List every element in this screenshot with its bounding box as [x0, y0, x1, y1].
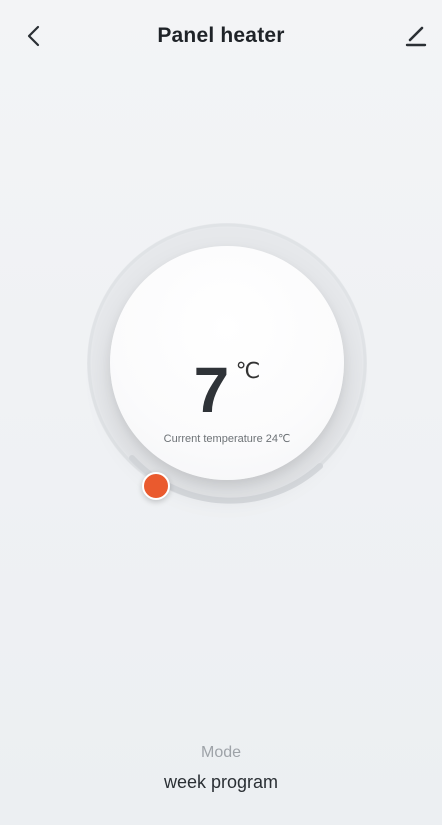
temperature-unit: ℃	[235, 358, 261, 383]
header: Panel heater	[0, 0, 442, 68]
set-temperature-value: 7	[193, 354, 230, 426]
pencil-icon	[405, 26, 427, 47]
mode-section[interactable]: Mode week program	[0, 744, 442, 793]
current-temperature-label: Current temperature 24℃	[163, 433, 291, 445]
mode-value: week program	[163, 772, 279, 792]
thermostat-screen: Panel heater 7 ℃ Current temperature 24℃	[0, 0, 442, 825]
mode-label: Mode	[200, 744, 242, 761]
set-temperature: 7 ℃	[110, 358, 344, 422]
edit-button[interactable]	[398, 18, 434, 54]
page-title: Panel heater	[157, 24, 285, 47]
dial-knob[interactable]	[142, 472, 170, 500]
dial-center: 7 ℃ Current temperature 24℃	[110, 246, 344, 480]
temperature-dial[interactable]: 7 ℃ Current temperature 24℃	[84, 220, 370, 506]
